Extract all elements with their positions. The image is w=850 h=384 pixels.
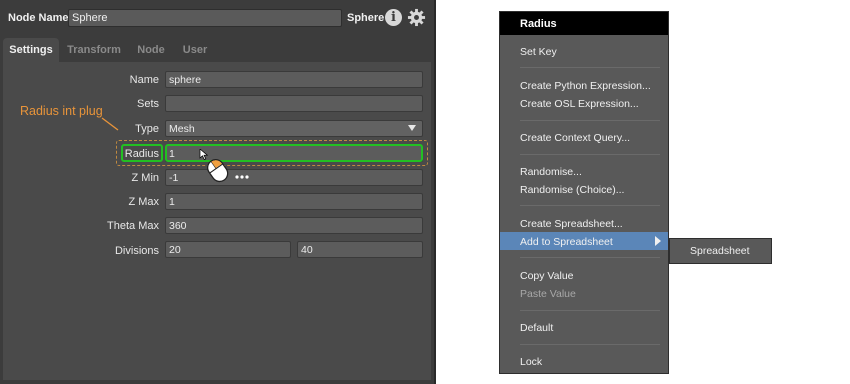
- node-editor-panel: Node Name Sphere Sphere i Settings Trans…: [0, 0, 436, 384]
- divisions-u-field[interactable]: 20: [165, 241, 291, 258]
- menu-separator: [520, 67, 660, 68]
- radius-label-highlight: [121, 144, 163, 162]
- gear-icon[interactable]: [407, 8, 426, 27]
- node-name-label: Node Name: [8, 12, 69, 24]
- divisions-plug-label: Divisions: [114, 245, 159, 257]
- context-menu-title: Radius: [500, 12, 668, 35]
- tab-node[interactable]: Node: [131, 38, 171, 62]
- node-editor-header: Node Name Sphere Sphere i: [0, 0, 434, 36]
- sets-plug-field[interactable]: [165, 95, 423, 112]
- menu-separator: [520, 310, 660, 311]
- menu-item-copy-value[interactable]: Copy Value: [520, 270, 574, 282]
- name-plug-label: Name: [129, 74, 159, 86]
- menu-item-create-spreadsheet[interactable]: Create Spreadsheet...: [520, 218, 623, 230]
- annotation-label: Radius int plug: [20, 104, 103, 118]
- menu-item-create-python-expression[interactable]: Create Python Expression...: [520, 80, 651, 92]
- info-icon[interactable]: i: [385, 9, 402, 26]
- menu-item-lock[interactable]: Lock: [520, 356, 542, 368]
- tab-bar: Settings Transform Node User: [0, 38, 434, 62]
- menu-separator: [520, 205, 660, 206]
- plug-context-menu: Radius Set Key Create Python Expression.…: [499, 11, 669, 374]
- menu-item-add-to-spreadsheet[interactable]: Add to Spreadsheet: [520, 236, 613, 248]
- annotation-pointer: [101, 117, 119, 131]
- menu-separator: [520, 120, 660, 121]
- name-plug-field[interactable]: sphere: [165, 71, 423, 88]
- tab-user[interactable]: User: [177, 38, 213, 62]
- tab-transform[interactable]: Transform: [63, 38, 125, 62]
- menu-item-randomise[interactable]: Randomise...: [520, 166, 582, 178]
- mouse-right-click-icon: [199, 149, 249, 183]
- menu-item-set-key[interactable]: Set Key: [520, 46, 557, 58]
- menu-separator: [520, 154, 660, 155]
- type-plug-dropdown[interactable]: Mesh: [165, 120, 423, 137]
- menu-item-paste-value: Paste Value: [520, 288, 576, 300]
- node-type-label: Sphere: [347, 12, 385, 24]
- chevron-right-icon: [655, 236, 661, 246]
- menu-item-create-context-query[interactable]: Create Context Query...: [520, 132, 630, 144]
- submenu-item-spreadsheet[interactable]: Spreadsheet: [690, 245, 750, 257]
- zmax-plug-label: Z Max: [128, 196, 159, 208]
- thetamax-plug-label: Theta Max: [107, 220, 159, 232]
- menu-item-default[interactable]: Default: [520, 322, 553, 334]
- zmin-plug-label: Z Min: [131, 172, 160, 184]
- chevron-down-icon: [408, 125, 416, 131]
- menu-item-randomise-choice[interactable]: Randomise (Choice)...: [520, 184, 624, 196]
- node-name-field[interactable]: Sphere: [68, 9, 342, 27]
- thetamax-plug-field[interactable]: 360: [165, 217, 423, 234]
- tab-settings[interactable]: Settings: [3, 38, 59, 62]
- divisions-v-field[interactable]: 40: [297, 241, 423, 258]
- spreadsheet-submenu: Spreadsheet: [669, 238, 772, 264]
- type-plug-value: Mesh: [169, 123, 195, 135]
- menu-separator: [520, 344, 660, 345]
- menu-item-create-osl-expression[interactable]: Create OSL Expression...: [520, 98, 639, 110]
- type-plug-label: Type: [135, 123, 159, 135]
- zmax-plug-field[interactable]: 1: [165, 193, 423, 210]
- menu-separator: [520, 257, 660, 258]
